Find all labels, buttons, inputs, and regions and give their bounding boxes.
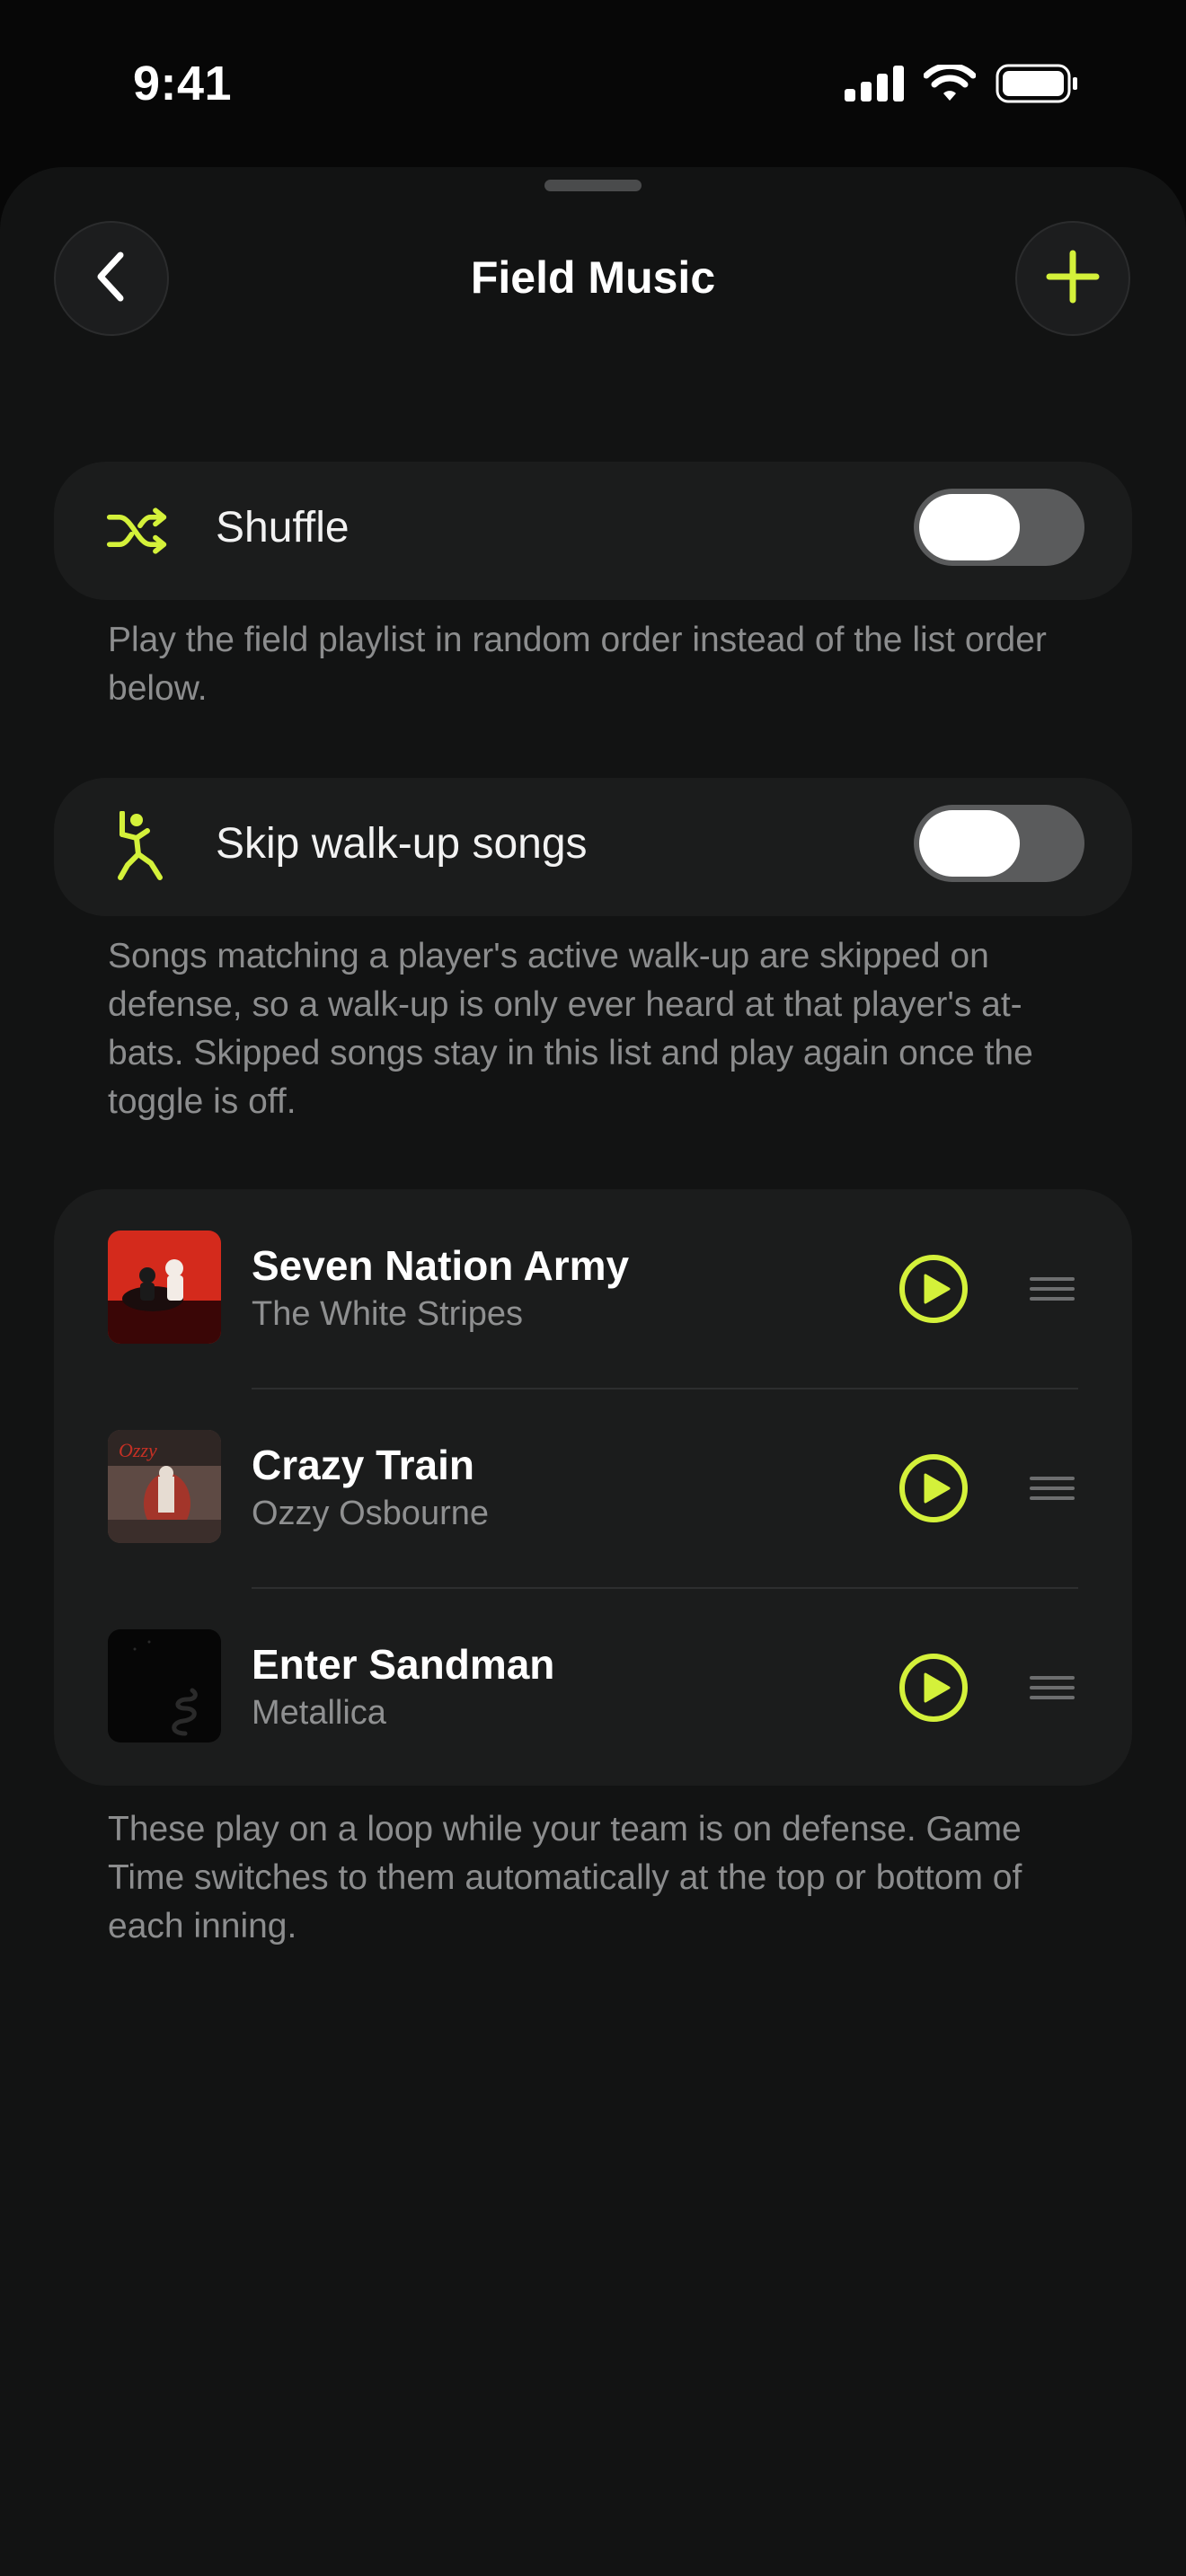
- skip-walkup-toggle[interactable]: [914, 805, 1084, 882]
- song-list: Seven Nation Army The White Stripes Ozzy…: [54, 1189, 1132, 1786]
- song-artist: The White Stripes: [252, 1295, 523, 1333]
- page-title: Field Music: [470, 252, 716, 303]
- field-music-footnote: These play on a loop while your team is …: [108, 1810, 1022, 1945]
- back-icon: [93, 250, 129, 308]
- song-artist: Ozzy Osbourne: [252, 1495, 489, 1532]
- shuffle-label: Shuffle: [216, 504, 350, 551]
- song-title: Enter Sandman: [252, 1641, 555, 1688]
- album-art: [108, 1629, 221, 1742]
- shuffle-row[interactable]: Shuffle: [54, 462, 1132, 600]
- drag-handle-icon[interactable]: [1030, 1275, 1075, 1302]
- song-artist: Metallica: [252, 1694, 386, 1732]
- wifi-icon: [923, 62, 977, 107]
- song-row[interactable]: Seven Nation Army The White Stripes: [54, 1189, 1132, 1389]
- album-art: [108, 1231, 221, 1344]
- signal-icon: [845, 65, 904, 106]
- drag-handle-icon[interactable]: [1030, 1674, 1075, 1701]
- song-title: Seven Nation Army: [252, 1242, 630, 1289]
- song-row[interactable]: Ozzy Crazy Train Ozzy Osbourne: [54, 1389, 1132, 1588]
- plus-icon: [1046, 250, 1100, 308]
- song-row[interactable]: Enter Sandman Metallica: [54, 1588, 1132, 1787]
- play-icon[interactable]: [898, 1653, 969, 1723]
- shuffle-toggle[interactable]: [914, 489, 1084, 566]
- song-title: Crazy Train: [252, 1442, 474, 1488]
- play-icon[interactable]: [898, 1254, 969, 1324]
- skip-walkup-toggle-knob: [919, 810, 1020, 877]
- add-song-button[interactable]: [1015, 221, 1130, 336]
- svg-text:Ozzy: Ozzy: [119, 1439, 157, 1461]
- skip-walkup-row[interactable]: Skip walk-up songs: [54, 778, 1132, 916]
- status-icons: [845, 62, 1078, 108]
- shuffle-toggle-knob: [919, 494, 1020, 560]
- shuffle-description: Play the field playlist in random order …: [108, 621, 1047, 708]
- batter-icon: [106, 811, 171, 880]
- drag-handle-icon[interactable]: [1030, 1475, 1075, 1502]
- back-button[interactable]: [54, 221, 169, 336]
- skip-walkup-description: Songs matching a player's active walk-up…: [108, 937, 1033, 1121]
- play-icon[interactable]: [898, 1453, 969, 1523]
- battery-icon: [996, 64, 1078, 108]
- status-bar: 9:41: [0, 0, 1186, 167]
- album-art: Ozzy: [108, 1430, 221, 1543]
- sheet-grabber[interactable]: [544, 180, 642, 191]
- shuffle-icon: [106, 501, 171, 560]
- field-music-sheet: Field Music Shuffle Play the field playl…: [0, 167, 1186, 2576]
- skip-walkup-label: Skip walk-up songs: [216, 820, 588, 868]
- status-time: 9:41: [133, 57, 233, 110]
